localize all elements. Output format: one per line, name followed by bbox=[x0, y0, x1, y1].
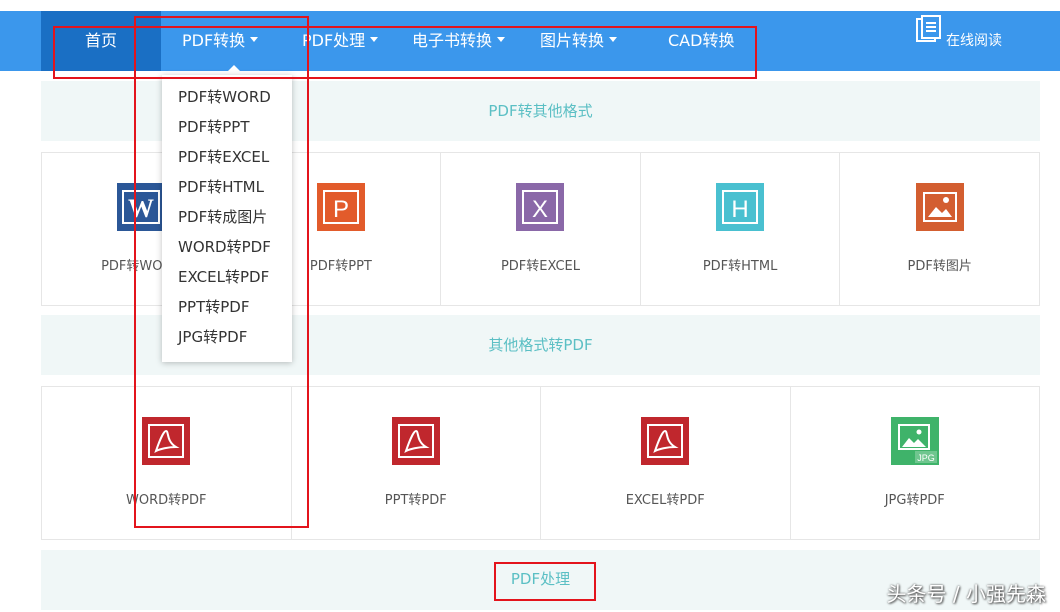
watermark: 头条号 / 小强先森 bbox=[886, 582, 1046, 606]
dropdown-item-pdf-to-word[interactable]: PDF转WORD bbox=[162, 82, 292, 112]
tool-label: JPG转PDF bbox=[884, 493, 945, 508]
svg-text:H: H bbox=[731, 196, 748, 223]
pdf-icon bbox=[142, 417, 191, 465]
tool-pdf-to-excel[interactable]: X PDF转EXCEL bbox=[441, 153, 641, 306]
svg-text:X: X bbox=[532, 196, 548, 223]
top-nav-bar: 首页 PDF转换 PDF处理 电子书转换 图片转换 CAD转换 在线阅读 bbox=[0, 11, 1060, 71]
pdf-icon bbox=[391, 417, 440, 465]
tool-ppt-to-pdf[interactable]: PPT转PDF bbox=[291, 387, 541, 540]
nav-pdf-process[interactable]: PDF处理 bbox=[302, 11, 379, 71]
page: 首页 PDF转换 PDF处理 电子书转换 图片转换 CAD转换 在线阅读 PDF… bbox=[0, 0, 1060, 612]
pdf-convert-dropdown: PDF转WORD PDF转PPT PDF转EXCEL PDF转HTML PDF转… bbox=[162, 75, 292, 362]
chevron-down-icon bbox=[497, 37, 506, 42]
excel-icon: X bbox=[516, 183, 565, 231]
tool-label: PDF转HTML bbox=[702, 259, 778, 274]
dropdown-item-jpg-to-pdf[interactable]: JPG转PDF bbox=[162, 322, 292, 352]
tool-pdf-to-html[interactable]: H PDF转HTML bbox=[640, 153, 841, 306]
nav-ebook-convert-label: 电子书转换 bbox=[412, 31, 493, 50]
nav-pdf-convert[interactable]: PDF转换 bbox=[182, 11, 259, 71]
nav-cad-convert[interactable]: CAD转换 bbox=[668, 11, 734, 71]
chevron-down-icon bbox=[370, 37, 379, 42]
tool-word-to-pdf[interactable]: WORD转PDF bbox=[42, 387, 292, 540]
nav-cad-convert-label: CAD转换 bbox=[668, 31, 735, 50]
dropdown-item-word-to-pdf[interactable]: WORD转PDF bbox=[162, 232, 292, 262]
nav-home[interactable]: 首页 bbox=[41, 11, 161, 71]
section-title: PDF处理 bbox=[510, 570, 571, 588]
jpg-image-icon: JPG bbox=[890, 417, 939, 465]
dropdown-item-pdf-to-html[interactable]: PDF转HTML bbox=[162, 172, 292, 202]
dropdown-item-pdf-to-ppt[interactable]: PDF转PPT bbox=[162, 112, 292, 142]
tool-label: PDF转EXCEL bbox=[500, 259, 580, 274]
svg-text:W: W bbox=[128, 194, 154, 223]
dropdown-item-pdf-to-image[interactable]: PDF转成图片 bbox=[162, 202, 292, 232]
tool-jpg-to-pdf[interactable]: JPG JPG转PDF bbox=[790, 387, 1040, 540]
dropdown-item-ppt-to-pdf[interactable]: PPT转PDF bbox=[162, 292, 292, 322]
dropdown-pointer bbox=[227, 65, 241, 72]
chevron-down-icon bbox=[250, 37, 259, 42]
tool-label: WORD转PDF bbox=[126, 493, 207, 508]
nav-pdf-process-label: PDF处理 bbox=[302, 31, 366, 50]
book-reader-icon bbox=[916, 9, 942, 69]
dropdown-item-pdf-to-excel[interactable]: PDF转EXCEL bbox=[162, 142, 292, 172]
nav-online-read-label: 在线阅读 bbox=[946, 33, 1002, 49]
word-icon: W bbox=[117, 183, 166, 231]
tool-label: PPT转PDF bbox=[384, 493, 447, 508]
section-title: PDF转其他格式 bbox=[488, 102, 593, 120]
image-icon bbox=[915, 183, 964, 231]
nav-home-label: 首页 bbox=[84, 31, 117, 50]
svg-text:JPG: JPG bbox=[917, 453, 935, 463]
html-icon: H bbox=[716, 183, 765, 231]
nav-image-convert-label: 图片转换 bbox=[540, 31, 605, 50]
powerpoint-icon: P bbox=[316, 183, 365, 231]
dropdown-item-excel-to-pdf[interactable]: EXCEL转PDF bbox=[162, 262, 292, 292]
nav-ebook-convert[interactable]: 电子书转换 bbox=[412, 11, 506, 71]
section-title: 其他格式转PDF bbox=[488, 336, 593, 354]
pdf-icon bbox=[641, 417, 690, 465]
svg-text:P: P bbox=[333, 196, 349, 223]
tool-label: PDF转图片 bbox=[907, 259, 972, 274]
tool-label: EXCEL转PDF bbox=[625, 493, 705, 508]
tool-excel-to-pdf[interactable]: EXCEL转PDF bbox=[541, 387, 791, 540]
chevron-down-icon bbox=[609, 37, 618, 42]
nav-image-convert[interactable]: 图片转换 bbox=[540, 11, 618, 71]
nav-online-read[interactable]: 在线阅读 bbox=[916, 11, 1002, 71]
other-to-pdf-grid: WORD转PDF PPT转PDF EXCEL转PDF JPG JPG转PDF bbox=[41, 386, 1040, 540]
tool-pdf-to-image[interactable]: PDF转图片 bbox=[840, 153, 1040, 306]
nav-pdf-convert-label: PDF转换 bbox=[182, 31, 246, 50]
